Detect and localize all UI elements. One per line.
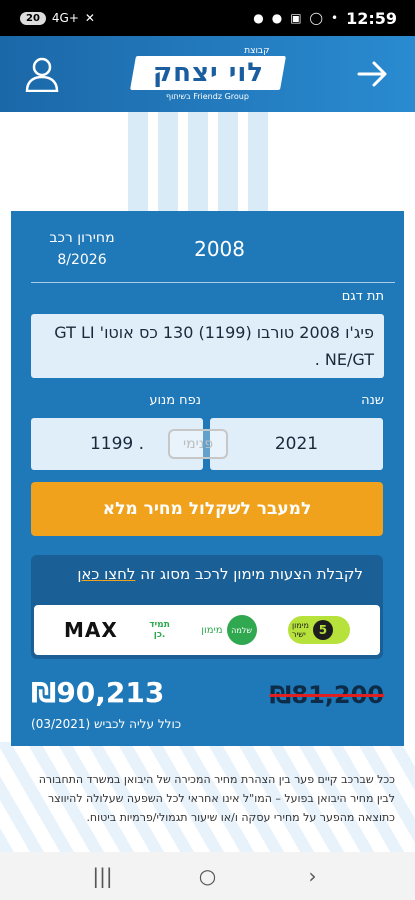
notification-dot-icon: ● (253, 11, 264, 25)
adjusted-price: ₪90,213 (31, 676, 165, 709)
yashir-number: 5 (312, 620, 333, 640)
tamid-ken-logo[interactable]: תמיד כן. (149, 620, 170, 640)
chat-icon: ● (271, 11, 283, 25)
battery-saver-icon: ▣ (290, 11, 302, 25)
logo-main-text: לוי יצחק (152, 58, 263, 88)
shlema-mimun-logo[interactable]: מימון שלמה (201, 615, 257, 645)
whatsapp-icon: ◯ (309, 11, 323, 25)
finance-offers-box: לקבלת הצעות מימון לרכב מסוג זה לחצו כאן … (31, 555, 383, 659)
vehicle-price-card: מחירון רכב 8/2026 2008 תת דגם פיג'ו 2008… (11, 211, 404, 746)
tamid-line2: כן. (153, 630, 166, 640)
shlema-circle: שלמה (226, 615, 257, 645)
max-logo[interactable]: MAX (64, 618, 118, 642)
price-list-date: 8/2026 (57, 252, 107, 268)
logo-box: לוי יצחק (129, 56, 286, 90)
watermark-logo: פנימי (168, 429, 228, 459)
yashir-line2: ישיר (291, 630, 306, 639)
status-left: 20 4G+ ✕ (20, 11, 95, 25)
tamid-line1: תמיד (149, 620, 170, 630)
year-label: שנה (361, 393, 384, 408)
finance-partners-strip: MAX תמיד כן. מימון שלמה מימון ישיר 5 (34, 605, 380, 655)
logo-sub-text: בשיתוף Friendz Group (166, 92, 249, 101)
user-button[interactable] (22, 54, 62, 94)
levi-yitzhak-logo: קבוצת לוי יצחק בשיתוף Friendz Group (128, 46, 288, 102)
network-type: 4G+ (51, 11, 79, 25)
price-list-label-block: מחירון רכב 8/2026 (37, 227, 127, 271)
year-field[interactable]: 2021 (210, 418, 383, 470)
app-header: קבוצת לוי יצחק בשיתוף Friendz Group (0, 36, 415, 112)
user-icon (25, 57, 59, 92)
price-disclaimer: ככל שברכב קיים פער בין הצהרת מחיר המכירה… (38, 773, 395, 824)
mute-icon: ✕ (84, 11, 95, 25)
price-list-row: מחירון רכב 8/2026 2008 (31, 223, 395, 283)
status-right: ● ● ▣ ◯ • 12:59 (253, 9, 397, 28)
subtype-field[interactable]: פיג'ו 2008 טורבו (1199) 130 כס אוטו' GT … (31, 314, 384, 378)
system-nav-bar: ||| ○ › (0, 852, 415, 900)
status-bar: 20 4G+ ✕ ● ● ▣ ◯ • 12:59 (0, 0, 415, 36)
subtype-label: תת דגם (341, 289, 384, 304)
logo-top-text: קבוצת (244, 46, 270, 56)
arrow-right-icon (357, 61, 387, 87)
notification-count-badge: 20 (20, 11, 46, 25)
price-list-label: מחירון רכב (49, 230, 115, 246)
home-button[interactable]: ○ (188, 856, 228, 896)
road-cost-note: כולל עליה לכביש (03/2021) (31, 717, 182, 731)
forward-button[interactable] (353, 54, 393, 94)
yashir-text: מימון ישיר (292, 621, 309, 639)
original-price: ₪81,200 (269, 681, 384, 709)
clock: 12:59 (346, 8, 397, 28)
finance-click-here-link[interactable]: לחצו כאן (77, 565, 135, 583)
full-price-calc-button[interactable]: למעבר לשקלול מחיר מלא (31, 482, 383, 536)
dot-icon: • (330, 11, 339, 25)
recent-apps-button[interactable]: ||| (83, 856, 123, 896)
shlema-mimun-text: מימון (201, 624, 223, 636)
yashir-line1: מימון (291, 621, 309, 630)
finance-text: לקבלת הצעות מימון לרכב מסוג זה לחצו כאן (77, 565, 363, 583)
model-name: 2008 (194, 237, 245, 261)
back-button[interactable]: › (293, 856, 333, 896)
engine-label: נפח מנוע (149, 393, 201, 408)
finance-prompt: לקבלת הצעות מימון לרכב מסוג זה (135, 565, 363, 583)
mimun-yashir-logo[interactable]: מימון ישיר 5 (287, 616, 350, 644)
